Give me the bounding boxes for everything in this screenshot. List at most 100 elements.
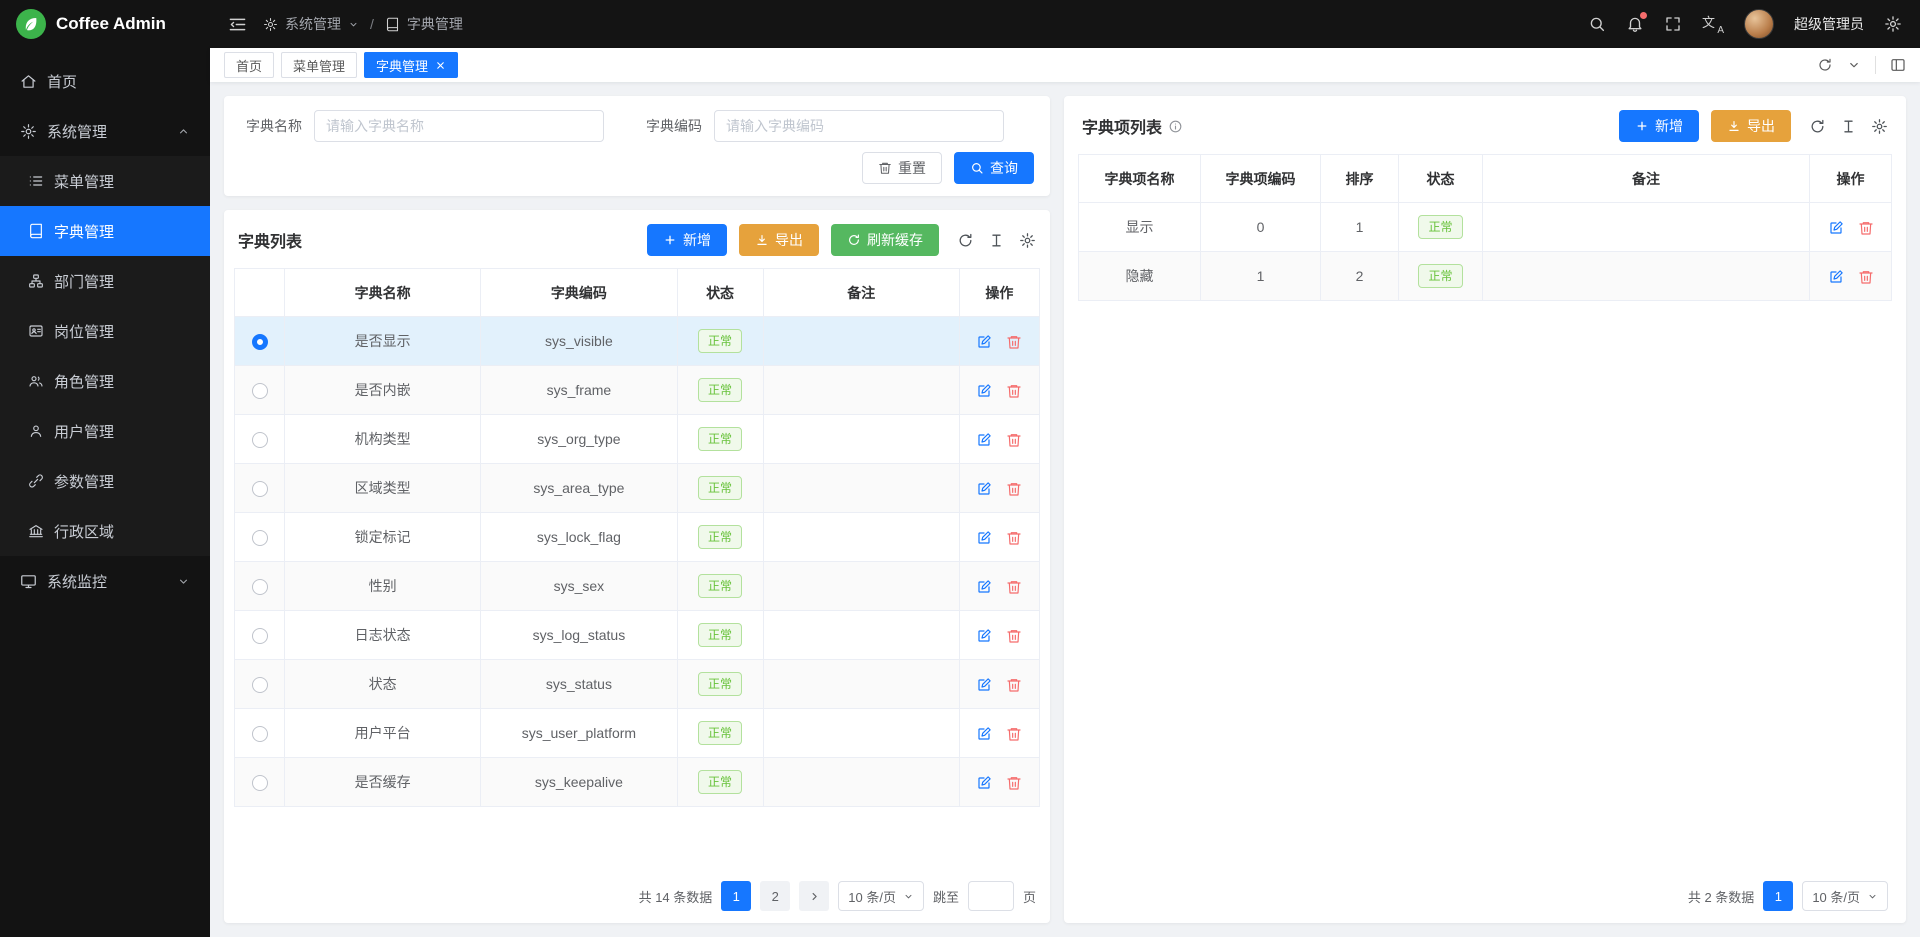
refresh-icon[interactable]	[1817, 57, 1833, 73]
tab-menu-mgmt[interactable]: 菜单管理	[281, 52, 357, 78]
dict-pagination: 共 14 条数据 1 2 10 条/页 跳至 页	[234, 869, 1040, 913]
export-button[interactable]: 导出	[739, 224, 819, 256]
collapse-menu-icon[interactable]	[228, 15, 247, 34]
dict-code-input[interactable]	[714, 110, 1004, 142]
edit-icon[interactable]	[976, 481, 992, 497]
delete-icon[interactable]	[1006, 726, 1022, 742]
edit-icon[interactable]	[976, 530, 992, 546]
edit-icon[interactable]	[976, 432, 992, 448]
reset-button[interactable]: 重置	[862, 152, 942, 184]
row-radio[interactable]	[252, 383, 268, 399]
add-item-button[interactable]: 新增	[1619, 110, 1699, 142]
edit-icon[interactable]	[976, 677, 992, 693]
search-icon[interactable]	[1588, 15, 1606, 33]
sidebar-item-dept-mgmt[interactable]: 部门管理	[0, 256, 210, 306]
user-name[interactable]: 超级管理员	[1794, 14, 1864, 34]
add-button[interactable]: 新增	[647, 224, 727, 256]
dict-name-input[interactable]	[314, 110, 604, 142]
row-radio[interactable]	[252, 334, 268, 350]
sidebar-item-role-mgmt[interactable]: 角色管理	[0, 356, 210, 406]
edit-icon[interactable]	[976, 579, 992, 595]
settings-gear-icon[interactable]	[1884, 15, 1902, 33]
edit-icon[interactable]	[976, 726, 992, 742]
table-row[interactable]: 区域类型sys_area_type正常	[235, 464, 1040, 513]
row-radio[interactable]	[252, 432, 268, 448]
row-radio[interactable]	[252, 481, 268, 497]
table-row[interactable]: 隐藏12正常	[1079, 252, 1892, 301]
sidebar-item-monitor[interactable]: 系统监控	[0, 556, 210, 606]
page-button-2[interactable]: 2	[760, 881, 790, 911]
table-row[interactable]: 日志状态sys_log_status正常	[235, 611, 1040, 660]
table-row[interactable]: 机构类型sys_org_type正常	[235, 415, 1040, 464]
avatar[interactable]	[1744, 9, 1774, 39]
row-radio[interactable]	[252, 579, 268, 595]
next-page-button[interactable]	[799, 881, 829, 911]
sidebar-item-home[interactable]: 首页	[0, 56, 210, 106]
delete-icon[interactable]	[1006, 677, 1022, 693]
page-size-select[interactable]: 10 条/页	[838, 881, 924, 911]
fullscreen-icon[interactable]	[1664, 15, 1682, 33]
delete-icon[interactable]	[1006, 628, 1022, 644]
edit-icon[interactable]	[976, 775, 992, 791]
tab-home[interactable]: 首页	[224, 52, 274, 78]
app-title: Coffee Admin	[56, 14, 166, 34]
user-icon	[28, 423, 44, 439]
refresh-cache-button[interactable]: 刷新缓存	[831, 224, 939, 256]
tab-dict-mgmt[interactable]: 字典管理	[364, 52, 458, 78]
delete-icon[interactable]	[1858, 220, 1874, 236]
edit-icon[interactable]	[976, 383, 992, 399]
tab-close-icon[interactable]	[435, 60, 446, 71]
row-radio[interactable]	[252, 726, 268, 742]
delete-icon[interactable]	[1006, 579, 1022, 595]
row-radio[interactable]	[252, 775, 268, 791]
column-settings-gear-icon[interactable]	[1871, 118, 1888, 135]
edit-icon[interactable]	[976, 334, 992, 350]
delete-icon[interactable]	[1006, 383, 1022, 399]
table-row[interactable]: 锁定标记sys_lock_flag正常	[235, 513, 1040, 562]
row-radio[interactable]	[252, 677, 268, 693]
query-button[interactable]: 查询	[954, 152, 1034, 184]
delete-icon[interactable]	[1006, 432, 1022, 448]
edit-icon[interactable]	[1828, 269, 1844, 285]
table-row[interactable]: 状态sys_status正常	[235, 660, 1040, 709]
edit-icon[interactable]	[976, 628, 992, 644]
page-button-1[interactable]: 1	[1763, 881, 1793, 911]
edit-icon[interactable]	[1828, 220, 1844, 236]
jump-page-input[interactable]	[968, 881, 1014, 911]
table-row[interactable]: 性别sys_sex正常	[235, 562, 1040, 611]
delete-icon[interactable]	[1006, 775, 1022, 791]
row-height-icon[interactable]	[1840, 118, 1857, 135]
translate-icon[interactable]: 文A	[1702, 14, 1724, 34]
row-radio[interactable]	[252, 530, 268, 546]
table-row[interactable]: 是否显示sys_visible正常	[235, 317, 1040, 366]
table-row[interactable]: 用户平台sys_user_platform正常	[235, 709, 1040, 758]
delete-icon[interactable]	[1006, 530, 1022, 546]
refresh-icon[interactable]	[1809, 118, 1826, 135]
sidebar-item-user-mgmt[interactable]: 用户管理	[0, 406, 210, 456]
export-items-button[interactable]: 导出	[1711, 110, 1791, 142]
sidebar-item-dict-mgmt[interactable]: 字典管理	[0, 206, 210, 256]
row-radio[interactable]	[252, 628, 268, 644]
sidebar-item-param-mgmt[interactable]: 参数管理	[0, 456, 210, 506]
sidebar-item-post-mgmt[interactable]: 岗位管理	[0, 306, 210, 356]
delete-icon[interactable]	[1858, 269, 1874, 285]
column-settings-gear-icon[interactable]	[1019, 232, 1036, 249]
sidebar-item-menu-mgmt[interactable]: 菜单管理	[0, 156, 210, 206]
page-size-select[interactable]: 10 条/页	[1802, 881, 1888, 911]
page-button-1[interactable]: 1	[721, 881, 751, 911]
delete-icon[interactable]	[1006, 481, 1022, 497]
sidebar-item-region[interactable]: 行政区域	[0, 506, 210, 556]
layout-panel-icon[interactable]	[1890, 57, 1906, 73]
table-row[interactable]: 是否内嵌sys_frame正常	[235, 366, 1040, 415]
row-height-icon[interactable]	[988, 232, 1005, 249]
refresh-icon[interactable]	[957, 232, 974, 249]
chevron-down-icon[interactable]	[1847, 58, 1861, 72]
info-icon[interactable]	[1168, 119, 1183, 134]
delete-icon[interactable]	[1006, 334, 1022, 350]
table-row[interactable]: 显示01正常	[1079, 203, 1892, 252]
sidebar-item-system[interactable]: 系统管理	[0, 106, 210, 156]
table-row[interactable]: 是否缓存sys_keepalive正常	[235, 758, 1040, 807]
breadcrumb-root[interactable]: 系统管理	[285, 14, 341, 34]
status-cell: 正常	[677, 317, 763, 366]
bell-icon[interactable]	[1626, 15, 1644, 33]
